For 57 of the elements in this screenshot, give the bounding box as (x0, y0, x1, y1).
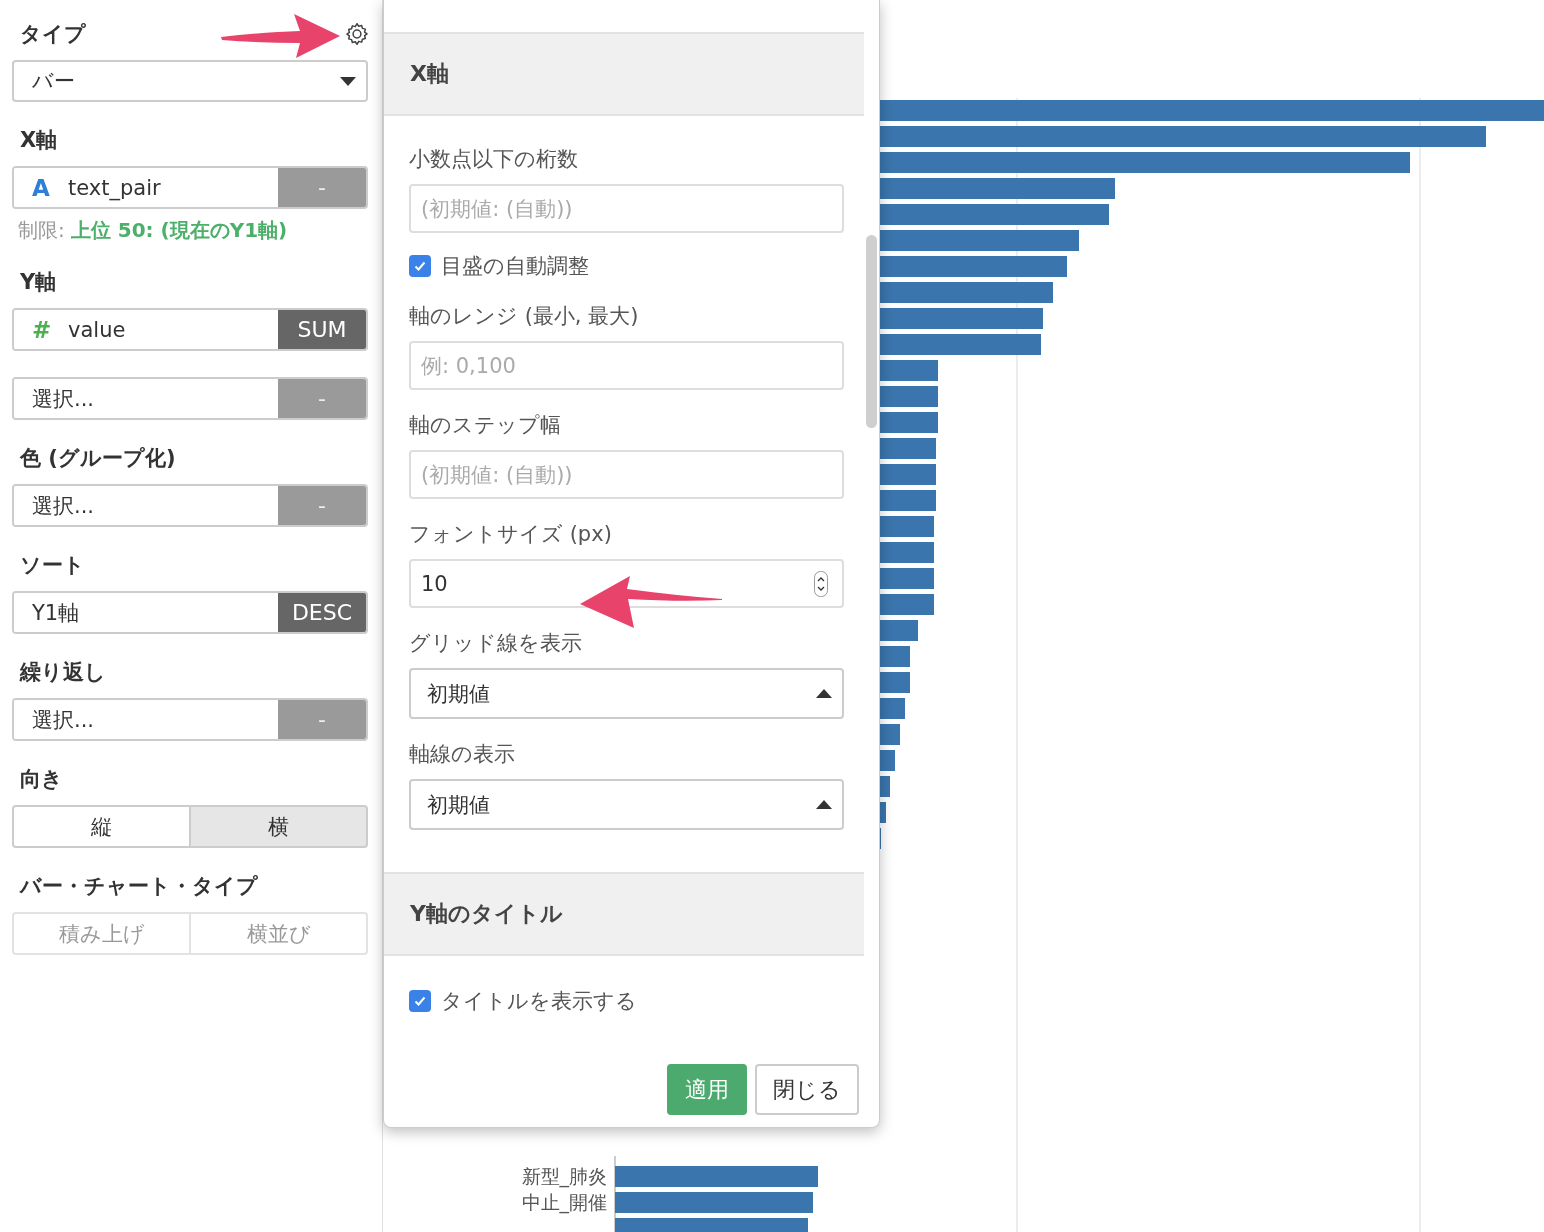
bar (880, 724, 900, 745)
caret-icon (816, 800, 832, 809)
dropdown-select[interactable]: 初期値 (409, 668, 844, 719)
section-header: X軸 (384, 32, 864, 116)
section-label: バー・チャート・タイプ (20, 873, 258, 900)
caret-icon (340, 76, 356, 86)
checkbox[interactable] (409, 255, 431, 277)
bar (880, 802, 886, 823)
bar (880, 490, 936, 511)
bar (880, 568, 934, 589)
segment-button[interactable]: 縦 (12, 805, 191, 848)
field-label: 小数点以下の桁数 (409, 146, 578, 173)
axis-label: 新型_肺炎 (521, 1165, 607, 1187)
checkbox-label: タイトルを表示する (441, 988, 637, 1015)
bar (880, 672, 910, 693)
section-label: タイプ (20, 21, 86, 48)
bar (880, 542, 934, 563)
field-label: 軸のステップ幅 (409, 412, 561, 439)
caret-icon (816, 689, 832, 698)
bar (880, 698, 905, 719)
bar (880, 516, 934, 537)
checkbox-label: 目盛の自動調整 (441, 253, 589, 280)
section-label: ソート (20, 552, 85, 579)
section-label: 向き (20, 766, 63, 793)
bar (880, 620, 918, 641)
bar (880, 360, 938, 381)
field-label: 軸のレンジ (最小, 最大) (409, 303, 639, 330)
checkbox[interactable] (409, 990, 431, 1012)
number-input[interactable]: 10 (409, 559, 844, 608)
limit-label: 制限: (18, 218, 65, 242)
bar (880, 646, 910, 667)
field-label: 軸線の表示 (409, 741, 515, 768)
bar (880, 776, 890, 797)
chart-type-select[interactable]: バー (12, 60, 368, 102)
settings-icon[interactable] (344, 21, 370, 47)
scrollbar-thumb[interactable] (866, 235, 877, 428)
section-label: Y軸 (20, 269, 57, 296)
section-label: 繰り返し (20, 659, 106, 686)
axis-label: 中止_開催 (521, 1191, 607, 1213)
bar (880, 386, 938, 407)
bar (880, 464, 936, 485)
spinner-icon[interactable] (814, 571, 828, 597)
text-input[interactable]: 例: 0,100 (409, 341, 844, 390)
section-label: X軸 (20, 127, 58, 154)
text-input[interactable]: (初期値: (自動)) (409, 184, 844, 233)
section-header: Y軸のタイトル (384, 872, 864, 956)
dialog-button[interactable]: 閉じる (755, 1064, 859, 1115)
bar (880, 594, 934, 615)
segment-button[interactable]: 横 (191, 805, 368, 848)
field-label: フォントサイズ (px) (409, 521, 612, 548)
bar (880, 750, 895, 771)
bar (880, 438, 936, 459)
field-label: グリッド線を表示 (409, 630, 582, 657)
text-input[interactable]: (初期値: (自動)) (409, 450, 844, 499)
dropdown-select[interactable]: 初期値 (409, 779, 844, 830)
bar (880, 412, 938, 433)
section-label: 色 (グループ化) (20, 445, 176, 472)
